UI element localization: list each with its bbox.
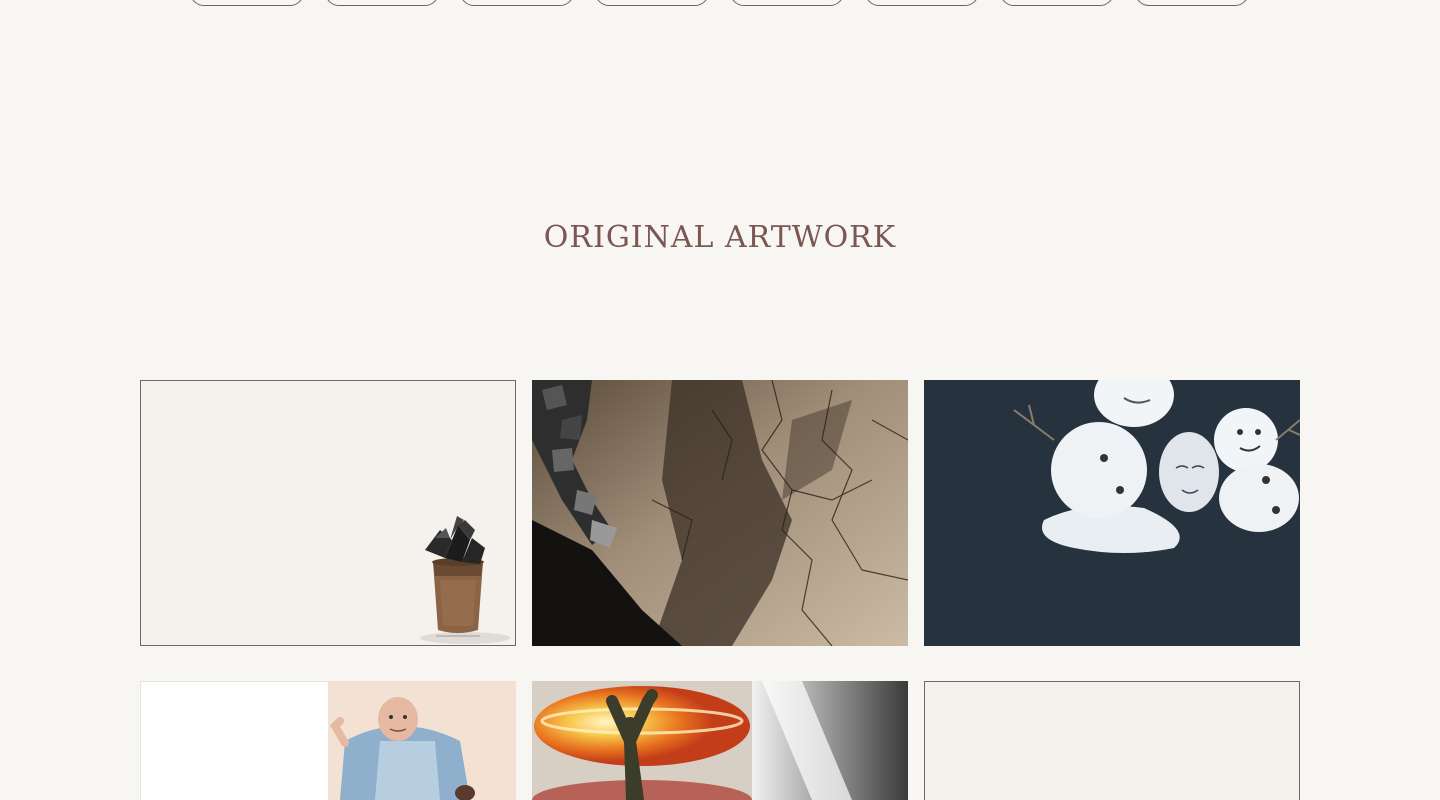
explosion-illustration <box>532 681 908 800</box>
filter-pill-6[interactable] <box>865 0 979 6</box>
filter-pill-row <box>190 0 1250 8</box>
section-title: ORIGINAL ARTWORK <box>543 220 897 255</box>
filter-pill-4[interactable] <box>595 0 709 6</box>
cracked-wall-illustration <box>532 380 908 646</box>
filter-pill-7[interactable] <box>1000 0 1114 6</box>
artwork-trash-bin-rocks[interactable] <box>140 380 516 646</box>
trash-bin-illustration <box>140 380 516 646</box>
artwork-melting-snowmen[interactable] <box>924 380 1300 646</box>
snowmen-illustration <box>924 380 1300 646</box>
filter-pill-1[interactable] <box>190 0 304 6</box>
blank-frame-illustration <box>924 681 1300 800</box>
filter-pill-3[interactable] <box>460 0 574 6</box>
filter-pill-8[interactable] <box>1135 0 1249 6</box>
artwork-butcher-man[interactable] <box>140 681 516 800</box>
artwork-explosion-figure[interactable] <box>532 681 908 800</box>
filter-pill-5[interactable] <box>730 0 844 6</box>
artwork-blank-frame[interactable] <box>924 681 1300 800</box>
butcher-man-illustration <box>140 681 516 800</box>
filter-pill-2[interactable] <box>325 0 439 6</box>
artwork-cracked-wall-shadow[interactable] <box>532 380 908 646</box>
